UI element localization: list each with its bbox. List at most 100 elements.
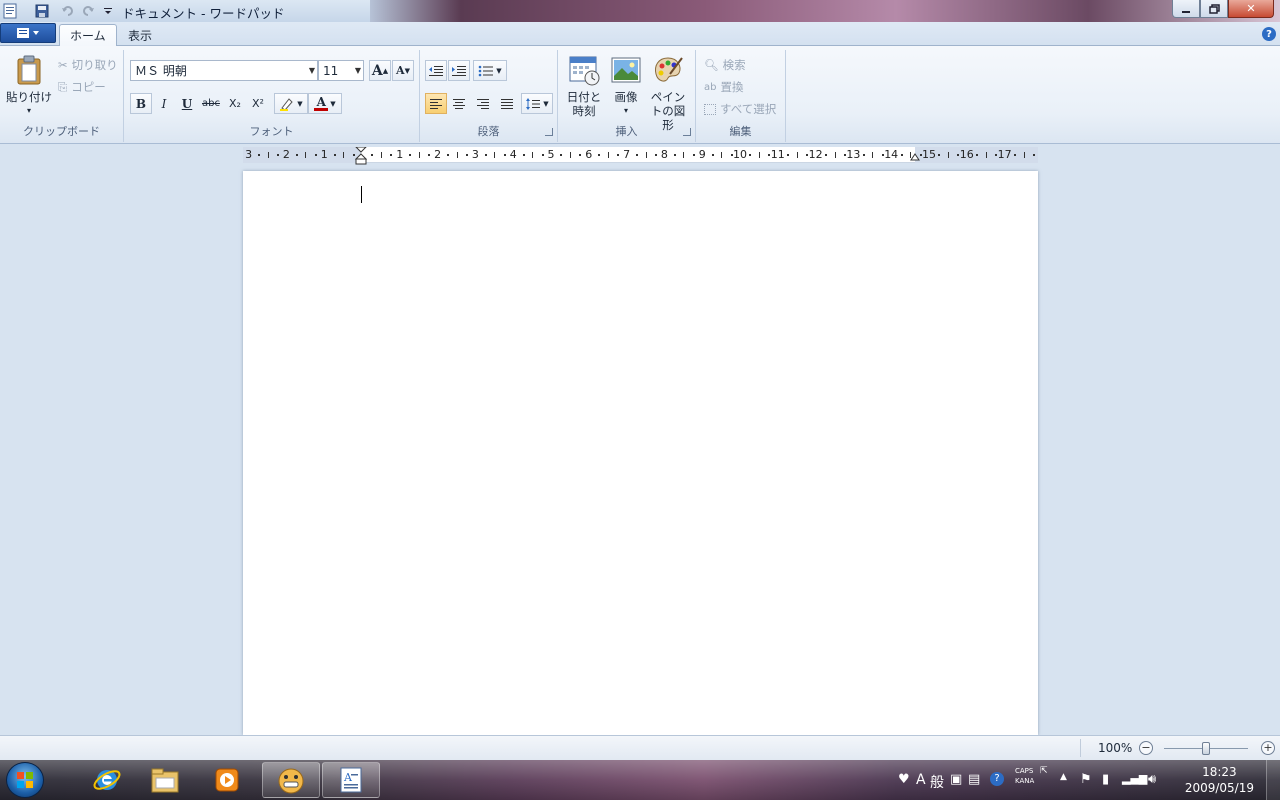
underline-button[interactable]: U — [176, 93, 198, 114]
font-color-button[interactable]: A ▼ — [308, 93, 342, 114]
italic-button[interactable]: I — [153, 93, 175, 114]
taskbar-media-player[interactable] — [198, 762, 256, 798]
ruler-number: 9 — [698, 148, 706, 161]
cut-button[interactable]: ✂ 切り取り — [58, 55, 118, 75]
ruler-dot — [390, 154, 393, 156]
picture-button[interactable]: 画像 ▾ — [608, 54, 644, 118]
font-group: ＭＳ 明朝 ▼ 11 ▼ A ▲ A ▼ B I U abc X₂ X² ▼ A… — [124, 50, 420, 142]
ruler-dot — [843, 154, 846, 156]
tab-home[interactable]: ホーム — [59, 24, 117, 46]
help-icon[interactable]: ? — [1262, 27, 1276, 41]
minimize-button[interactable] — [1172, 0, 1200, 18]
select-all-button[interactable]: すべて選択 — [704, 99, 776, 119]
taskbar-explorer[interactable] — [136, 762, 194, 798]
document-page[interactable] — [243, 171, 1038, 735]
system-tray: ♥ A 般 ▣ ▤ ? CAPS KANA ⇱ ▲ ⚑ ▮ ▂▄▆ 🔊︎ 18:… — [880, 760, 1280, 800]
align-left-button[interactable] — [425, 93, 447, 114]
line-spacing-button[interactable]: ▼ — [521, 93, 553, 114]
ruler-dot — [541, 154, 544, 156]
insert-dialog-launcher[interactable] — [683, 128, 691, 136]
ruler-tick — [456, 152, 458, 158]
chevron-down-icon: ▾ — [623, 106, 628, 115]
taskbar-messenger[interactable] — [262, 762, 320, 798]
save-icon[interactable] — [34, 3, 50, 19]
zoom-level[interactable]: 100% — [1098, 741, 1132, 755]
copy-button[interactable]: ⎘ コピー — [58, 77, 106, 97]
datetime-button[interactable]: 日付と時刻 — [566, 54, 602, 118]
shrink-font-button[interactable]: A ▼ — [392, 60, 414, 81]
clock[interactable]: 18:23 2009/05/19 — [1185, 764, 1254, 796]
ruler-tick — [607, 152, 609, 158]
tab-view[interactable]: 表示 — [118, 24, 162, 46]
ruler-dot — [806, 154, 809, 156]
superscript-icon: X² — [252, 97, 264, 110]
show-desktop-button[interactable] — [1266, 760, 1280, 800]
power-icon[interactable]: ▮ — [1102, 772, 1109, 787]
security-icon[interactable]: ♥ — [898, 772, 910, 787]
ruler-tick — [569, 152, 571, 158]
network-icon[interactable]: ▂▄▆ — [1122, 772, 1147, 785]
bold-button[interactable]: B — [130, 93, 152, 114]
align-right-button[interactable] — [472, 93, 494, 114]
clipboard-group: 貼り付け ▾ ✂ 切り取り ⎘ コピー クリップボード — [0, 50, 124, 142]
action-center-flag-icon[interactable]: ⚑ — [1080, 772, 1092, 787]
decrease-indent-button[interactable] — [425, 60, 447, 81]
paste-dropdown-icon[interactable]: ▾ — [27, 104, 31, 118]
customize-qat-icon[interactable] — [100, 3, 116, 19]
replace-button[interactable]: ab 置換 — [704, 77, 743, 97]
volume-icon[interactable]: 🔊︎ — [1148, 772, 1156, 787]
ruler-dot — [447, 154, 450, 156]
ruler[interactable]: 3 2 1 1 2 3 4 5 6 7 8 9 10 11 12 13 14 15 16 17 — [243, 147, 1038, 165]
ruler-tick — [910, 152, 912, 158]
font-color-bar — [314, 108, 329, 111]
paragraph-dialog-launcher[interactable] — [545, 128, 553, 136]
paint-drawing-button[interactable]: ペイントの図形 — [648, 54, 688, 132]
chevron-down-icon: ▼ — [496, 66, 502, 75]
help-tray-icon[interactable]: ? — [990, 772, 1004, 786]
ruler-dot — [768, 154, 771, 156]
taskbar-wordpad[interactable]: A — [322, 762, 380, 798]
justify-button[interactable] — [496, 93, 518, 114]
application-menu-button[interactable] — [0, 23, 56, 43]
restore-icon — [1208, 3, 1220, 14]
ime-tools-icon[interactable]: ▣ — [950, 772, 962, 787]
bold-icon: B — [135, 96, 147, 111]
wordpad-app-icon[interactable] — [2, 3, 18, 19]
subscript-button[interactable]: X₂ — [224, 93, 246, 114]
find-button[interactable]: 🔍︎ 検索 — [704, 55, 746, 75]
font-size-select[interactable]: 11 ▼ — [318, 60, 364, 81]
close-button[interactable]: ✕ — [1228, 0, 1274, 18]
decrease-indent-icon — [429, 65, 443, 76]
ruler-tick — [532, 152, 534, 158]
select-all-icon — [704, 103, 716, 115]
start-button[interactable] — [6, 762, 44, 798]
ime-input-mode[interactable]: A — [916, 772, 926, 788]
ime-conversion-mode[interactable]: 般 — [930, 772, 944, 792]
align-center-button[interactable] — [448, 93, 470, 114]
show-hidden-icons[interactable]: ▲ — [1060, 772, 1067, 782]
ime-options-icon[interactable]: ⇱ — [1040, 766, 1048, 776]
restore-button[interactable] — [1200, 0, 1228, 18]
zoom-in-button[interactable]: + — [1261, 741, 1275, 755]
list-button[interactable]: ▼ — [473, 60, 507, 81]
redo-icon[interactable] — [80, 3, 96, 19]
superscript-button[interactable]: X² — [247, 93, 269, 114]
right-indent-marker-icon[interactable] — [910, 151, 920, 161]
ime-pad-icon[interactable]: ▤ — [968, 772, 980, 787]
paint-palette-icon — [655, 57, 683, 82]
strikethrough-button[interactable]: abc — [200, 93, 222, 114]
undo-icon[interactable] — [60, 3, 76, 19]
ribbon-tab-row: ホーム 表示 ? — [0, 22, 1280, 46]
ruler-dot — [673, 154, 676, 156]
increase-indent-button[interactable] — [448, 60, 470, 81]
grow-font-button[interactable]: A ▲ — [369, 60, 391, 81]
paste-button[interactable]: 貼り付け ▾ — [6, 54, 52, 118]
highlight-color-button[interactable]: ▼ — [274, 93, 308, 114]
taskbar-internet-explorer[interactable] — [78, 762, 136, 798]
indent-marker-icon[interactable] — [355, 147, 367, 165]
ruler-dot — [371, 154, 374, 156]
zoom-slider-thumb[interactable] — [1202, 742, 1210, 755]
font-family-select[interactable]: ＭＳ 明朝 ▼ — [130, 60, 318, 81]
ruler-dot — [957, 154, 960, 156]
zoom-out-button[interactable]: − — [1139, 741, 1153, 755]
